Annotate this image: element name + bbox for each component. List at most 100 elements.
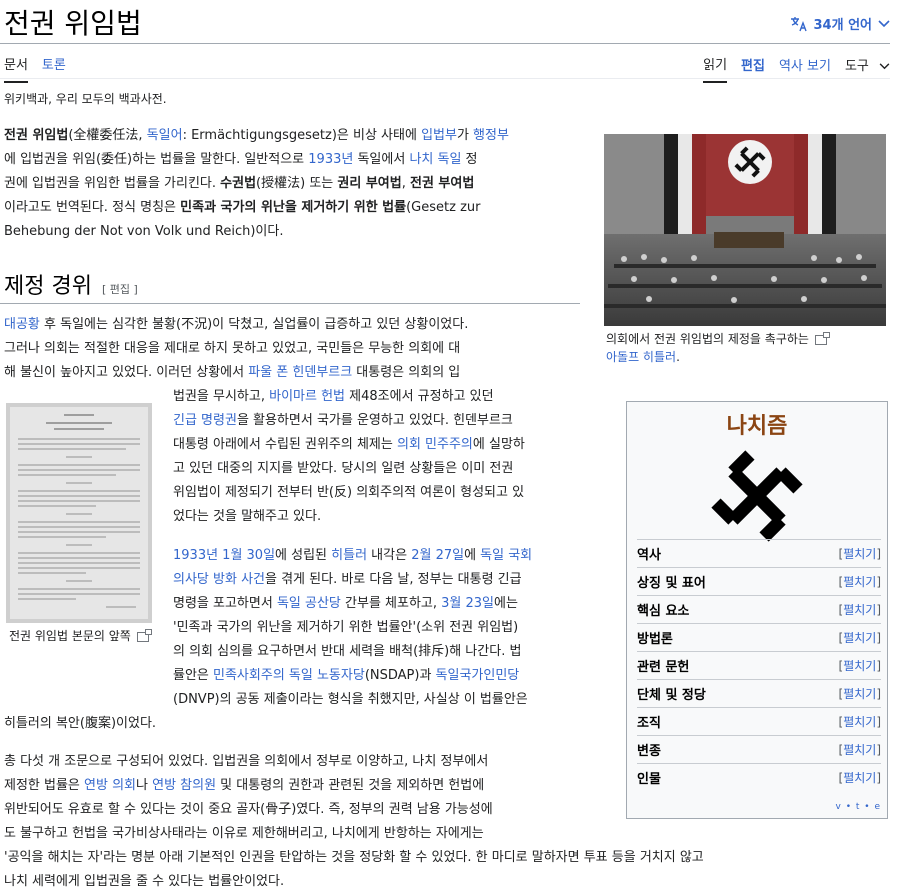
link-dnvp[interactable]: 독일국가인민당 (436, 668, 520, 683)
reichstag-photo[interactable] (604, 134, 886, 326)
link-german[interactable]: 독일어 (147, 128, 183, 143)
text: 률안은 (173, 668, 214, 683)
link-kpd[interactable]: 독일 공산당 (277, 596, 341, 611)
title-divider (0, 43, 890, 44)
link-executive[interactable]: 행정부 (473, 128, 509, 143)
expand-toggle[interactable]: [펼치기] (839, 573, 882, 590)
text: 법권을 무시하고, (173, 389, 270, 404)
photo-caption: 의회에서 전권 위임법의 제정을 촉구하는 아돌프 히틀러. (606, 330, 886, 366)
language-count: 34개 언어 (813, 18, 873, 33)
chevron-down-icon (879, 63, 890, 70)
row-label: 관련 문헌 (637, 659, 690, 675)
row-label: 인물 (637, 771, 661, 787)
text: 명령을 포고하면서 (173, 596, 277, 611)
link-parliamentary-democracy[interactable]: 의회 민주주의 (397, 437, 473, 452)
language-selector[interactable]: 34개 언어 (790, 14, 891, 33)
link-reichstag-fire[interactable]: 독일 국회 (480, 548, 532, 563)
link-emergency-decree[interactable]: 긴급 명령권 (173, 413, 237, 428)
link-reichstag[interactable]: 연방 의회 (84, 778, 136, 793)
expand-toggle[interactable]: [펼치기] (839, 685, 882, 702)
text: 에 (464, 548, 481, 563)
text: '민족과 국가의 위난을 제거하기 위한 법률안'(소위 전권 위임법) (173, 620, 519, 635)
link-1933[interactable]: 1933년 (308, 152, 353, 167)
expand-toggle[interactable]: [펼치기] (839, 713, 882, 730)
text: (DNVP)의 공동 제출이라는 형식을 취했지만, 사실상 이 법률안은 (173, 692, 528, 707)
link-hitler[interactable]: 히틀러 (331, 548, 367, 563)
navbox-row-methods: 방법론 [펼치기] (637, 623, 881, 650)
text: Behebung der Not von Volk und Reich)이다. (4, 224, 284, 239)
bold-term: 권리 부여법 (337, 176, 402, 191)
expand-toggle[interactable]: [펼치기] (839, 741, 882, 758)
row-label: 역사 (637, 547, 661, 563)
text: (授權法) 또는 (256, 176, 338, 191)
text: 독일에서 (353, 152, 410, 167)
text: 위임법이 제정되기 전부터 반(反) 의회주의적 여론이 형성되고 있 (173, 485, 525, 500)
navbox-row-structure: 조직 [펼치기] (637, 707, 881, 734)
expand-toggle[interactable]: [펼치기] (839, 601, 882, 618)
bold-term: 전권 위임법 (4, 128, 69, 143)
document-image[interactable] (6, 403, 152, 623)
text: : Ermächtigungsgesetz)은 비상 사태에 (182, 128, 422, 143)
text: 대통령 아래에서 수립된 권위주의 체제는 (173, 437, 397, 452)
expand-toggle[interactable]: [펼치기] (839, 769, 882, 786)
link-hindenburg[interactable]: 파울 폰 힌덴부르크 (248, 365, 352, 380)
row-label: 핵심 요소 (637, 603, 690, 619)
expand-toggle[interactable]: [펼치기] (839, 545, 882, 562)
text: 해 불신이 높아지고 있었다. 이러던 상황에서 (4, 365, 249, 380)
link-reichsrat[interactable]: 연방 참의원 (152, 778, 216, 793)
link-hitler[interactable]: 아돌프 히틀러 (606, 350, 676, 364)
text: 에 입법권을 위임(委任)하는 법률을 말한다. 일반적으로 (4, 152, 309, 167)
text: 총 다섯 개 조문으로 구성되어 있었다. 입법권을 의회에서 정부로 이양하고… (4, 754, 489, 769)
reichstag-image (604, 134, 886, 326)
link-legislature[interactable]: 입법부 (421, 128, 457, 143)
link-weimar-constitution[interactable]: 바이마르 헌법 (269, 389, 345, 404)
text: 에 실망하 (472, 437, 525, 452)
text: 제48조에서 규정하고 있던 (345, 389, 494, 404)
text: 을 활용하면서 국가를 운영하고 있었다. 힌덴부르크 (236, 413, 513, 428)
navbox-title[interactable]: 나치즘 (627, 408, 887, 440)
tabs-divider (0, 78, 890, 79)
expand-toggle[interactable]: [펼치기] (839, 629, 882, 646)
navbox-vte-links[interactable]: v • t • e (836, 802, 881, 812)
link-reichstag-fire-2[interactable]: 의사당 방화 사건 (173, 572, 265, 587)
page-title: 전권 위임법 (4, 7, 142, 40)
row-label: 단체 및 정당 (637, 687, 706, 703)
caption-text: . (676, 350, 680, 364)
enlarge-icon[interactable] (814, 331, 830, 345)
toggle-label: 펼치기 (843, 770, 877, 785)
link-feb-27[interactable]: 2월 27일 (411, 548, 464, 563)
text: (全權委任法, (68, 128, 147, 143)
swastika-emblem-icon (711, 450, 803, 542)
text: 도 불구하고 헌법을 국가비상사태라는 이유로 제한해버리고, 나치에게 반항하… (4, 826, 484, 841)
toggle-label: 펼치기 (843, 630, 877, 645)
text: 히틀러의 복안(腹案)이었다. (4, 716, 157, 731)
text: 가 (456, 128, 474, 143)
toggle-label: 펼치기 (843, 574, 877, 589)
link-mar-23[interactable]: 3월 23일 (441, 596, 494, 611)
text: 내각은 (367, 548, 412, 563)
text: 에 성립된 (275, 548, 332, 563)
link-jan-30[interactable]: 1933년 1월 30일 (173, 548, 275, 563)
expand-toggle[interactable]: [펼치기] (839, 657, 882, 674)
section-edit-link[interactable]: [ 편집 ] (102, 281, 138, 297)
navbox-row-people: 인물 [펼치기] (637, 763, 881, 790)
navbox-row-core: 핵심 요소 [펼치기] (637, 595, 881, 622)
text: 을 겪게 된다. 바로 다음 날, 정부는 대통령 긴급 (265, 572, 522, 587)
link-nsdap[interactable]: 민족사회주의 독일 노동자당 (213, 668, 365, 683)
navbox-row-variants: 변종 [펼치기] (637, 735, 881, 762)
section-heading: 제정 경위 [ 편집 ] (4, 268, 138, 300)
text: 의 의회 심의를 요구하면서 반대 세력을 배척(排斥)해 나간다. 법 (173, 644, 522, 659)
text: 위반되어도 유효로 할 수 있다는 것이 중요 골자(骨子)였다. 즉, 정부의… (4, 802, 493, 817)
enlarge-icon[interactable] (136, 628, 152, 642)
text: 고 있던 대중의 지지를 받았다. 당시의 일련 상황들은 이미 전권 (173, 461, 514, 476)
bold-term: 수권법 (220, 176, 257, 191)
link-great-depression[interactable]: 대공황 (4, 317, 40, 332)
text: 나치 세력에게 입법권을 줄 수 있다는 법률안이었다. (4, 874, 285, 889)
text: 간부를 체포하고, (340, 596, 442, 611)
caption-text: 전권 위임법 본문의 앞쪽 (9, 629, 131, 643)
link-nazi-germany[interactable]: 나치 독일 (409, 152, 461, 167)
toggle-label: 펼치기 (843, 602, 877, 617)
toggle-label: 펼치기 (843, 742, 877, 757)
navbox-row-history: 역사 [펼치기] (637, 539, 881, 566)
nazism-navbox: 나치즘 역사 [펼치기] 상징 및 표어 [펼치기] 핵심 요소 [펼치기] 방법론 [… (626, 401, 888, 819)
